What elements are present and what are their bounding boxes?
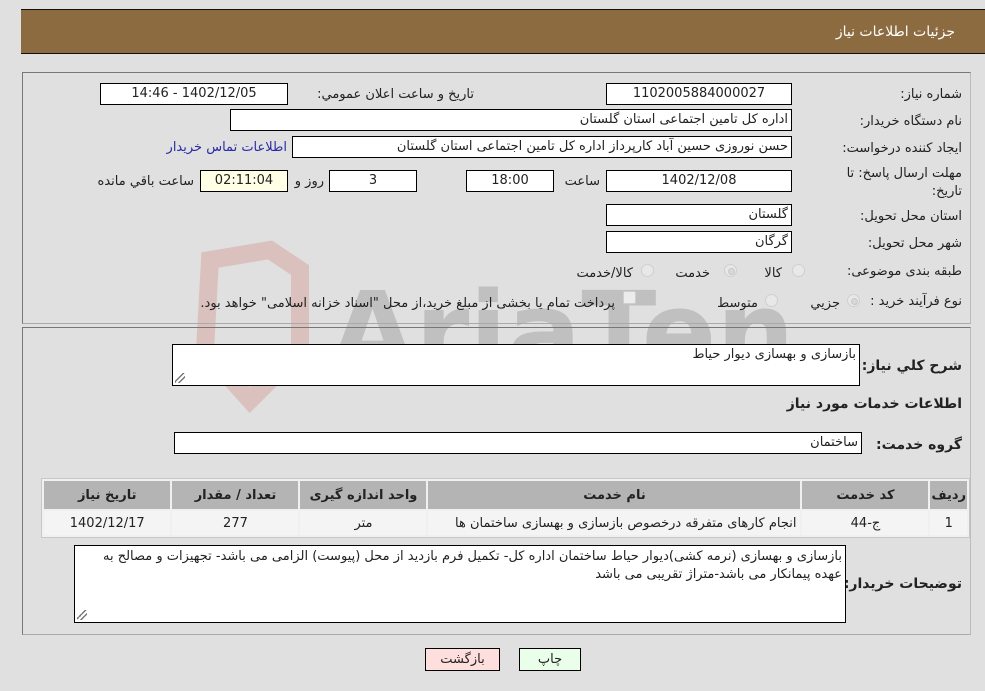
purchase-type-label: نوع فرآیند خرید : xyxy=(870,294,962,309)
deadline-date-field: 1402/12/08 xyxy=(606,170,792,192)
buyer-notes-label: توضیحات خریدار: xyxy=(843,576,962,592)
table-header-row: ردیف کد خدمت نام خدمت واحد اندازه گیری ت… xyxy=(44,481,967,509)
summary-label: شرح کلي نياز: xyxy=(861,358,962,374)
need-number-label: شماره نیاز: xyxy=(900,87,962,102)
need-number-field: 1102005884000027 xyxy=(606,83,792,105)
summary-text: بازسازی و بهسازی دیوار حیاط xyxy=(692,347,856,362)
cell-unit: متر xyxy=(300,511,427,535)
need-info-panel: شماره نیاز: 1102005884000027 تاریخ و ساع… xyxy=(22,72,971,324)
cell-need-date: 1402/12/17 xyxy=(44,511,171,535)
services-section-title: اطلاعات خدمات مورد نیاز xyxy=(786,396,962,412)
category-radio-goods-service[interactable] xyxy=(641,264,654,277)
requester-label: ایجاد کننده درخواست: xyxy=(842,141,962,156)
cell-quantity: 277 xyxy=(172,511,299,535)
buyer-notes-text: بازسازی و بهسازی (نرمه کشی)دیوار حیاط سا… xyxy=(102,549,842,582)
col-header-service-code: کد خدمت xyxy=(802,481,929,509)
category-label: طبقه بندی موضوعی: xyxy=(846,264,962,279)
city-field: گرگان xyxy=(606,231,792,253)
buyer-org-label: نام دستگاه خریدار: xyxy=(859,114,962,129)
cell-service-code: ج-44 xyxy=(802,511,929,535)
category-option-goods-service: کالا/خدمت xyxy=(576,266,633,281)
announce-datetime-label: تاریخ و ساعت اعلان عمومي: xyxy=(317,87,474,102)
deadline-label: مهلت ارسال پاسخ: تا تاریخ: xyxy=(846,166,962,199)
days-label: روز و xyxy=(294,174,324,189)
col-header-row-number: ردیف xyxy=(930,481,967,509)
col-header-quantity: تعداد / مقدار xyxy=(172,481,299,509)
col-header-unit: واحد اندازه گیری xyxy=(300,481,427,509)
buyer-contact-link[interactable]: اطلاعات تماس خریدار xyxy=(167,140,287,155)
deadline-time-label: ساعت xyxy=(564,174,600,189)
resize-grip-icon[interactable] xyxy=(77,610,87,620)
resize-grip-icon[interactable] xyxy=(175,373,185,383)
services-panel: شرح کلي نياز: بازسازی و بهسازی دیوار حیا… xyxy=(22,327,971,635)
table-row: 1 ج-44 انجام کارهای متفرقه درخصوص بازساز… xyxy=(44,511,967,535)
page-title: جزئیات اطلاعات نیاز xyxy=(835,24,955,40)
print-button[interactable]: چاپ xyxy=(519,648,581,671)
city-label: شهر محل تحویل: xyxy=(867,236,962,251)
category-option-goods: کالا xyxy=(764,266,782,281)
purchase-radio-minor[interactable] xyxy=(847,294,860,307)
service-group-field: ساختمان xyxy=(174,432,862,454)
cell-service-name: انجام کارهای متفرقه درخصوص بازسازی و بهس… xyxy=(428,511,801,535)
service-group-label: گروه خدمت: xyxy=(876,437,962,453)
purchase-option-medium: متوسط xyxy=(717,296,758,311)
deadline-time-field: 18:00 xyxy=(466,170,554,192)
category-option-service: خدمت xyxy=(675,266,710,281)
summary-textarea[interactable]: بازسازی و بهسازی دیوار حیاط xyxy=(172,344,860,386)
days-field: 3 xyxy=(329,170,417,192)
buyer-notes-textarea[interactable]: بازسازی و بهسازی (نرمه کشی)دیوار حیاط سا… xyxy=(74,545,846,623)
announce-datetime-field: 1402/12/05 - 14:46 xyxy=(100,83,288,105)
cell-row-number: 1 xyxy=(930,511,967,535)
remaining-time-label: ساعت باقي مانده xyxy=(97,174,194,189)
services-table: ردیف کد خدمت نام خدمت واحد اندازه گیری ت… xyxy=(41,478,970,538)
treasury-checkbox[interactable] xyxy=(623,291,636,304)
category-radio-service[interactable] xyxy=(724,264,737,277)
province-field: گلستان xyxy=(606,204,792,226)
back-button[interactable]: بازگشت xyxy=(425,648,500,671)
col-header-service-name: نام خدمت xyxy=(428,481,801,509)
requester-field: حسن نوروزی حسین آباد کارپرداز اداره کل ت… xyxy=(292,136,792,158)
page-header: جزئیات اطلاعات نیاز xyxy=(21,9,985,54)
col-header-need-date: تاریخ نیاز xyxy=(44,481,171,509)
purchase-option-minor: جزيي xyxy=(810,296,840,311)
remaining-time-field: 02:11:04 xyxy=(200,170,288,192)
province-label: استان محل تحویل: xyxy=(860,209,962,224)
category-radio-goods[interactable] xyxy=(792,264,805,277)
buyer-org-field: اداره کل تامین اجتماعی استان گلستان xyxy=(230,109,792,131)
treasury-note: پرداخت تمام یا بخشی از مبلغ خرید،از محل … xyxy=(200,296,615,311)
purchase-radio-medium[interactable] xyxy=(765,294,778,307)
